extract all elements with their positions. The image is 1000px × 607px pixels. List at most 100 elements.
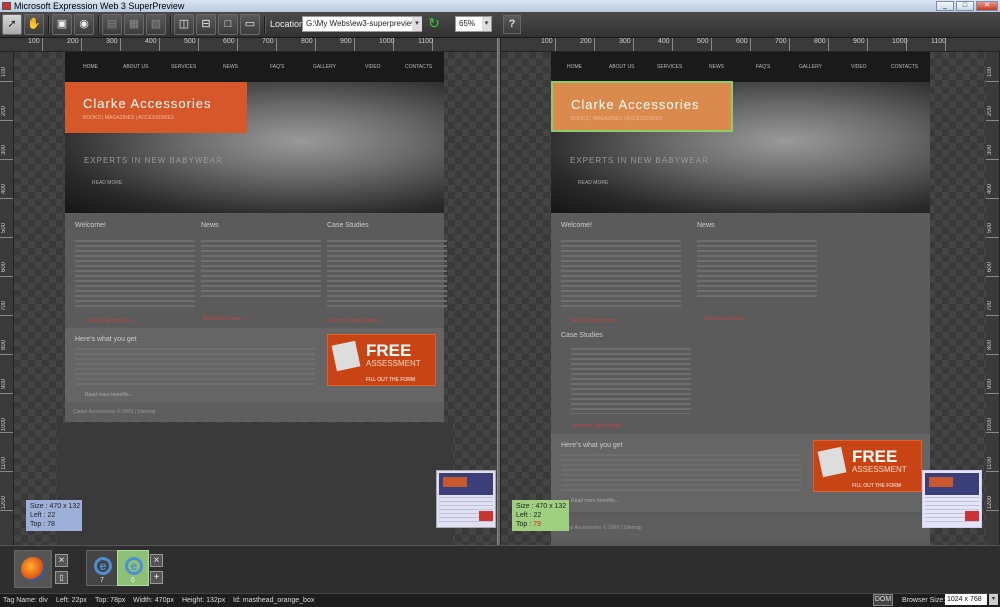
baseline-settings-icon[interactable]: ▯ xyxy=(55,571,68,584)
toolbar-separator xyxy=(170,16,171,33)
onion-skin-icon[interactable]: ▧ xyxy=(146,14,166,35)
location-field[interactable]: G:\My Webs\ew3-superpreview-exar xyxy=(302,16,422,32)
right-element-info: Size : 470 x 132 Left : 22 Top : 79 xyxy=(512,500,569,531)
nav-services[interactable]: SERVICES xyxy=(657,64,682,70)
free-assessment-banner[interactable]: FREE ASSESSMENT FILL OUT THE FORM xyxy=(327,334,436,386)
ruler-label: 200 xyxy=(67,38,79,45)
maximize-button[interactable]: □ xyxy=(956,1,974,11)
side-by-side-vertical-icon[interactable]: ▤ xyxy=(102,14,122,35)
ruler-label: 300 xyxy=(1,145,7,156)
hero-read-more[interactable]: READ MORE xyxy=(578,180,608,186)
layout-split-horizontal-icon[interactable]: ⊟ xyxy=(196,14,216,35)
free-assessment-banner[interactable]: FREE ASSESSMENT FILL OUT THE FORM xyxy=(813,440,922,492)
canvas-overflow-area xyxy=(57,423,453,545)
ruler-label: 800 xyxy=(814,38,826,45)
nav-contacts[interactable]: CONTACTS xyxy=(405,64,432,70)
masthead-orange-box[interactable]: Clarke Accessories BOOKS | MAGAZINES | A… xyxy=(551,81,733,132)
location-dropdown-icon[interactable]: ▾ xyxy=(412,17,422,31)
pan-tool-icon[interactable]: ✋ xyxy=(24,14,44,35)
nav-about[interactable]: ABOUT US xyxy=(123,64,148,70)
highlight-icon[interactable]: ◉ xyxy=(74,14,94,35)
internet-explorer-icon: e xyxy=(125,557,143,575)
browser-selection-bar: × ▯ e 7 e 6 × + xyxy=(0,545,1000,593)
ruler-tick xyxy=(354,38,355,51)
ruler-label: 700 xyxy=(1,301,7,312)
left-pane-thumbnail[interactable] xyxy=(436,470,496,528)
fill-form-label: FILL OUT THE FORM xyxy=(366,377,416,383)
add-browser-button[interactable]: + xyxy=(150,571,163,584)
ruler-tick xyxy=(986,393,999,394)
ruler-tick xyxy=(986,432,999,433)
status-id: Id: masthead_orange_box xyxy=(233,597,315,604)
ruler-label: 100 xyxy=(541,38,553,45)
case-studies-text xyxy=(571,348,691,414)
nav-news[interactable]: NEWS xyxy=(223,64,238,70)
close-icon: × xyxy=(58,555,65,566)
remove-baseline-button[interactable]: × xyxy=(55,554,68,567)
nav-home[interactable]: HOME xyxy=(83,64,98,70)
ruler-label: 200 xyxy=(1,106,7,117)
nav-gallery[interactable]: GALLERY xyxy=(313,64,336,70)
read-news-link[interactable]: Read more news... xyxy=(203,316,245,322)
ruler-tick xyxy=(81,38,82,51)
close-button[interactable]: ✕ xyxy=(976,1,998,11)
brand-title: Clarke Accessories xyxy=(571,97,700,112)
ruler-tick xyxy=(828,38,829,51)
minimize-button[interactable]: _ xyxy=(936,1,954,11)
case-studies-heading: Case Studies xyxy=(561,332,603,339)
see-cases-link[interactable]: See more case studies... xyxy=(571,423,626,429)
refresh-icon[interactable]: ↻ xyxy=(426,16,442,32)
ruler-tick xyxy=(0,471,13,472)
ruler-label: 1100 xyxy=(1,457,7,470)
ruler-label: 700 xyxy=(775,38,787,45)
help-icon: ? xyxy=(508,18,516,30)
nav-faqs[interactable]: FAQ'S xyxy=(756,64,770,70)
nav-home[interactable]: HOME xyxy=(567,64,582,70)
nav-video[interactable]: VIDEO xyxy=(851,64,867,70)
nav-services[interactable]: SERVICES xyxy=(171,64,196,70)
zoom-dropdown-icon[interactable]: ▾ xyxy=(482,17,491,31)
read-news-link[interactable]: Read more news... xyxy=(705,316,747,322)
toolbar-separator xyxy=(98,16,99,33)
see-authors-link[interactable]: See our authors list... xyxy=(87,318,134,324)
close-icon: × xyxy=(153,555,160,566)
welcome-heading: Welcome! xyxy=(561,222,592,229)
toolbar: ➚ ✋ ▣ ◉ ▤ ▦ ▧ ◫ ⊟ □ ▭ xyxy=(0,12,1000,38)
masthead-orange-box[interactable]: Clarke Accessories BOOKS | MAGAZINES | A… xyxy=(65,82,247,133)
nav-gallery[interactable]: GALLERY xyxy=(799,64,822,70)
layout-split-vertical-icon[interactable]: ◫ xyxy=(174,14,194,35)
see-authors-link[interactable]: See our authors list... xyxy=(571,318,618,324)
benefits-link[interactable]: Read more benefits... xyxy=(85,392,133,398)
ruler-label: 800 xyxy=(1,340,7,351)
nav-news[interactable]: NEWS xyxy=(709,64,724,70)
help-button[interactable]: ? xyxy=(503,15,521,34)
browser-size-field[interactable]: 1024 x 768 xyxy=(945,594,987,605)
remove-browser-button[interactable]: × xyxy=(150,554,163,567)
dom-button[interactable]: DOM xyxy=(873,594,893,606)
website-render-right: HOME ABOUT US SERVICES NEWS FAQ'S GALLER… xyxy=(551,52,930,545)
browser-ie7[interactable]: e 7 xyxy=(86,550,118,586)
nav-about[interactable]: ABOUT US xyxy=(609,64,634,70)
benefits-link[interactable]: Read more benefits... xyxy=(571,498,619,504)
baseline-browser-pane[interactable]: HOME ABOUT US SERVICES NEWS FAQ'S GALLER… xyxy=(14,52,497,545)
right-pane-thumbnail[interactable] xyxy=(922,470,982,528)
layout-overlay-icon[interactable]: ▭ xyxy=(240,14,260,35)
nav-faqs[interactable]: FAQ'S xyxy=(270,64,284,70)
browser-ie6[interactable]: e 6 xyxy=(117,550,149,586)
see-cases-link[interactable]: See more case studies... xyxy=(327,318,382,324)
ruler-label: 500 xyxy=(987,223,993,234)
ruler-label: 400 xyxy=(145,38,157,45)
layout-single-icon[interactable]: □ xyxy=(218,14,238,35)
welcome-heading: Welcome! xyxy=(75,222,106,229)
overlay-view-icon[interactable]: ▦ xyxy=(124,14,144,35)
hero-read-more[interactable]: READ MORE xyxy=(92,180,122,186)
browser-size-dropdown-icon[interactable]: ▾ xyxy=(989,594,998,605)
ruler-label: 600 xyxy=(987,262,993,273)
pointer-tool-icon[interactable]: ➚ xyxy=(2,14,22,35)
single-view-icon[interactable]: ▣ xyxy=(52,14,72,35)
baseline-browser-firefox[interactable] xyxy=(14,550,52,588)
nav-video[interactable]: VIDEO xyxy=(365,64,381,70)
ruler-tick xyxy=(594,38,595,51)
comparison-browser-pane[interactable]: HOME ABOUT US SERVICES NEWS FAQ'S GALLER… xyxy=(501,52,986,545)
nav-contacts[interactable]: CONTACTS xyxy=(891,64,918,70)
